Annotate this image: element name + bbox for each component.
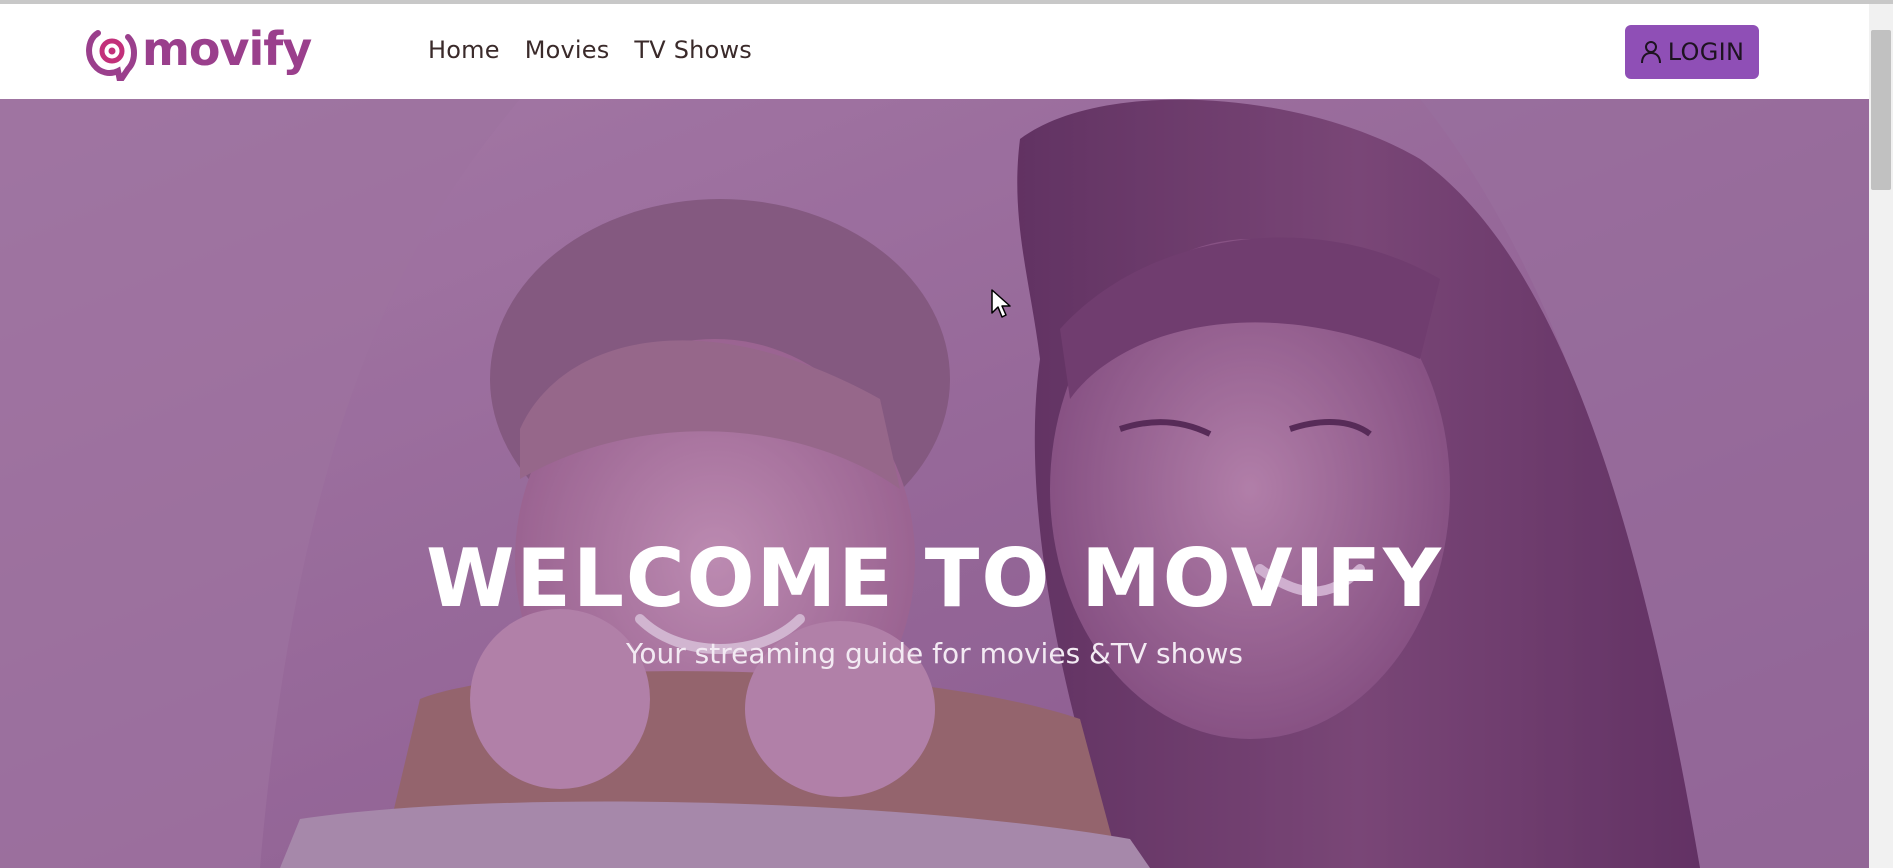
nav-home[interactable]: Home	[428, 36, 500, 64]
hero-banner: WELCOME TO MOVIFY Your streaming guide f…	[0, 99, 1869, 868]
nav-tv-shows[interactable]: TV Shows	[634, 36, 752, 64]
main-nav: Home Movies TV Shows	[428, 36, 752, 64]
scrollbar-thumb[interactable]	[1871, 30, 1891, 190]
hero-overlay	[0, 99, 1869, 868]
user-icon	[1640, 41, 1661, 64]
login-button[interactable]: LOGIN	[1625, 25, 1759, 79]
login-label: LOGIN	[1667, 38, 1745, 66]
nav-movies[interactable]: Movies	[525, 36, 610, 64]
mouse-cursor-icon	[991, 289, 1011, 318]
brand-logo[interactable]: movify	[84, 22, 312, 84]
hero-subtitle: Your streaming guide for movies &TV show…	[625, 637, 1243, 670]
brand-name: movify	[142, 22, 312, 76]
movify-logo-icon	[86, 30, 137, 81]
hero-title: WELCOME TO MOVIFY	[426, 532, 1443, 625]
site-header: movify Home Movies TV Shows LOGIN	[0, 4, 1869, 99]
page: movify Home Movies TV Shows LOGIN WELCOM…	[0, 0, 1893, 868]
